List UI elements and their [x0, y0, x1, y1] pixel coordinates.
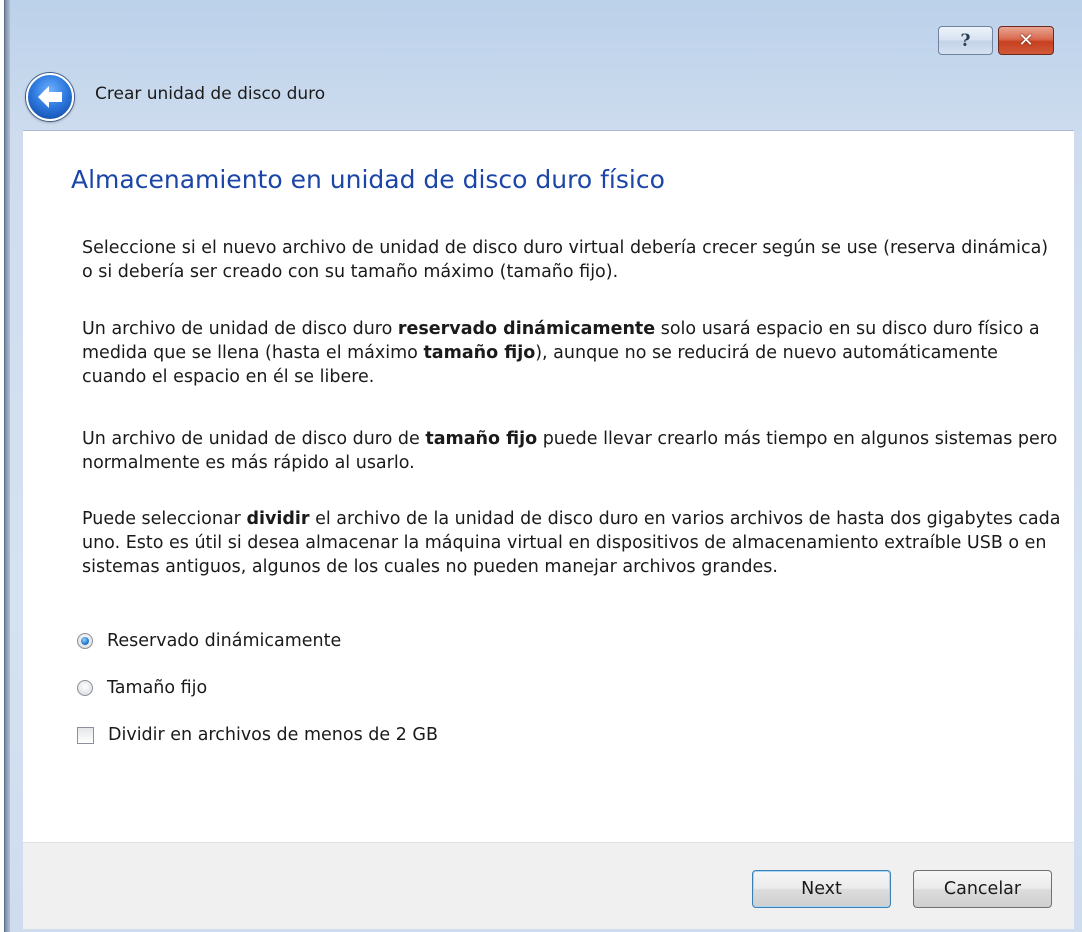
help-button[interactable]: ?	[938, 26, 993, 55]
intro-paragraph: Seleccione si el nuevo archivo de unidad…	[82, 238, 1049, 282]
option-dynamic[interactable]: Reservado dinámicamente	[77, 631, 341, 651]
wizard-title: Crear unidad de disco duro	[95, 84, 326, 104]
back-arrow-icon	[38, 86, 62, 108]
next-button[interactable]: Next	[752, 870, 891, 908]
back-button[interactable]	[26, 73, 74, 121]
help-icon: ?	[960, 30, 971, 51]
dynamic-description: Un archivo de unidad de disco duro reser…	[82, 319, 1040, 387]
split-checkbox-label[interactable]: Dividir en archivos de menos de 2 GB	[108, 725, 438, 745]
fixed-description: Un archivo de unidad de disco duro de ta…	[82, 429, 1058, 473]
dynamic-radio[interactable]	[77, 633, 93, 649]
close-button[interactable]: ✕	[998, 26, 1054, 55]
option-split[interactable]: Dividir en archivos de menos de 2 GB	[77, 725, 438, 745]
split-description: Puede seleccionar dividir el archivo de …	[82, 509, 1061, 577]
fixed-radio-label[interactable]: Tamaño fijo	[107, 678, 207, 698]
close-icon: ✕	[1018, 30, 1034, 51]
dynamic-radio-label[interactable]: Reservado dinámicamente	[107, 631, 341, 651]
fixed-radio[interactable]	[77, 680, 93, 696]
cancel-button[interactable]: Cancelar	[913, 870, 1052, 908]
window-left-border	[5, 0, 10, 932]
split-checkbox[interactable]	[77, 726, 94, 744]
page-title: Almacenamiento en unidad de disco duro f…	[71, 165, 665, 194]
option-fixed[interactable]: Tamaño fijo	[77, 678, 207, 698]
